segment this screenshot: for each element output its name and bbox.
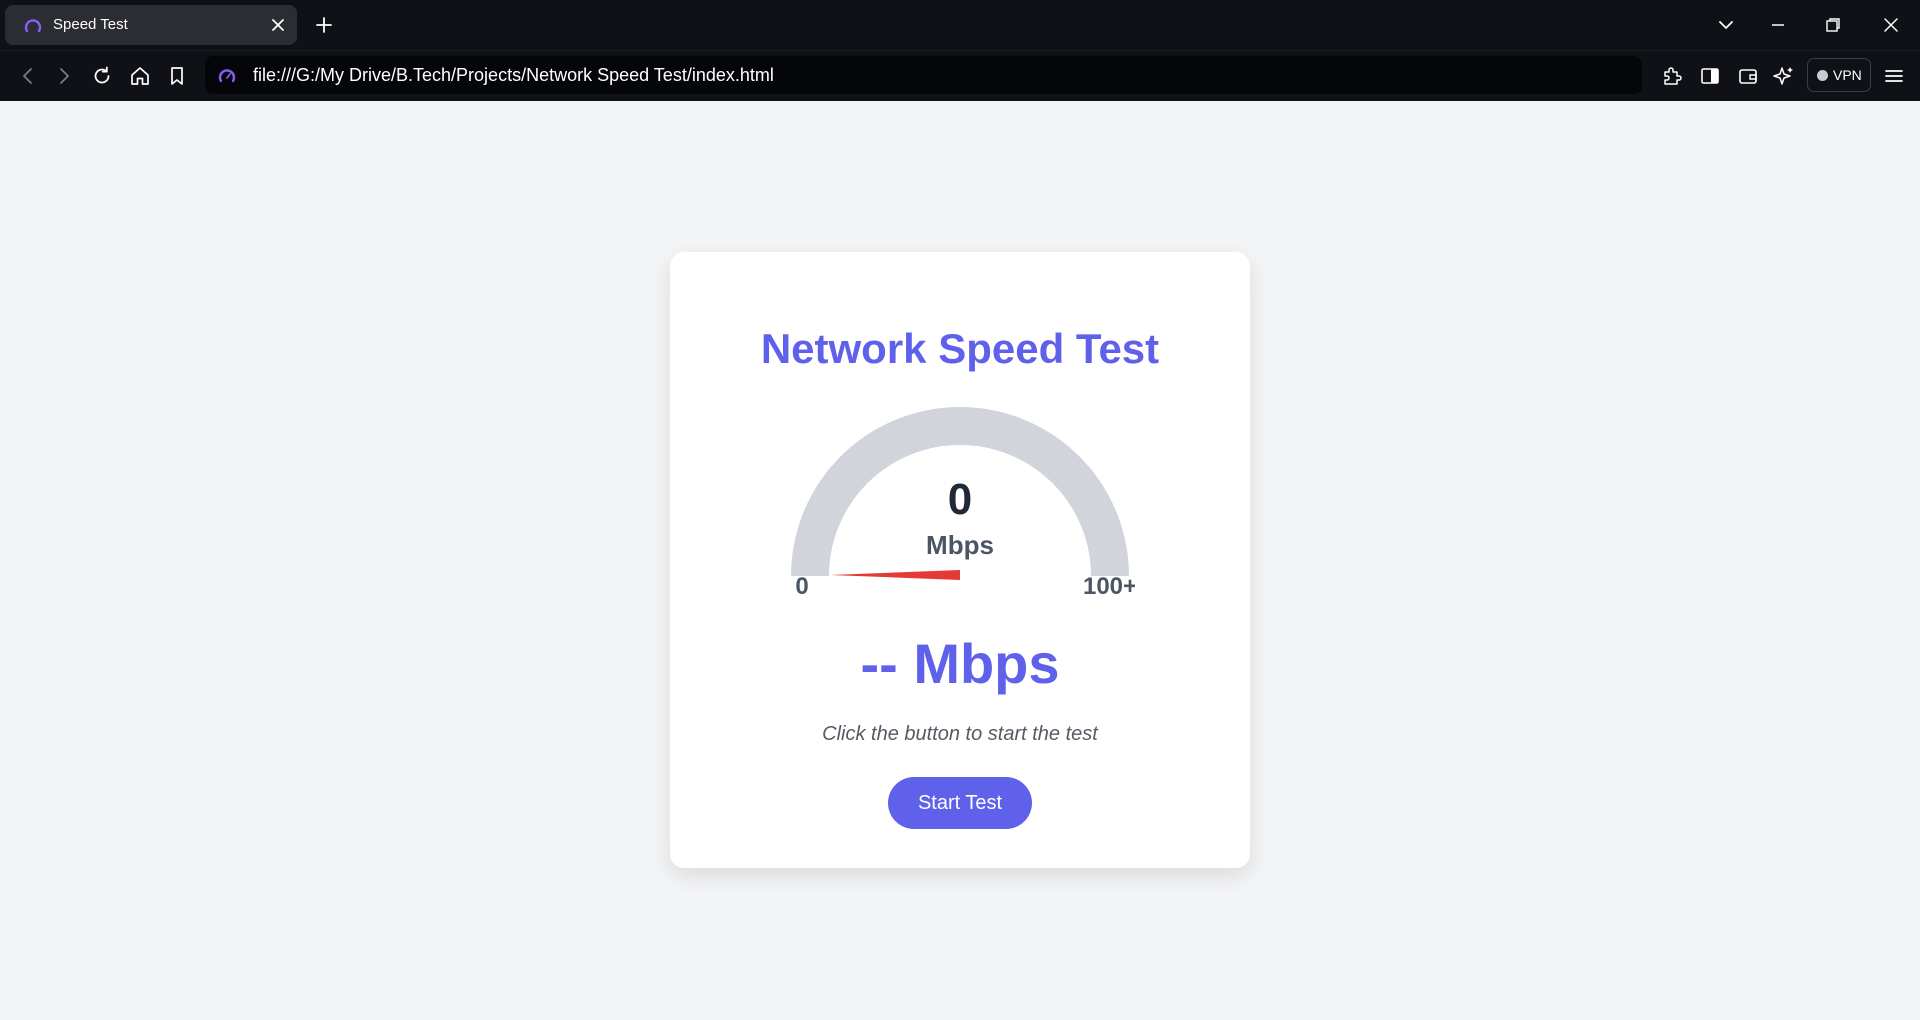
page-title: Network Speed Test <box>760 325 1160 372</box>
back-icon[interactable] <box>16 64 40 88</box>
reload-icon[interactable] <box>90 64 114 88</box>
speed-gauge: 0 Mbps 0 100+ <box>791 407 1135 594</box>
wallet-icon[interactable] <box>1736 64 1760 88</box>
tab-speed-test[interactable]: Speed Test <box>5 5 297 45</box>
url-text[interactable]: file:///G:/My Drive/B.Tech/Projects/Netw… <box>253 64 774 86</box>
navigation-toolbar: file:///G:/My Drive/B.Tech/Projects/Netw… <box>0 50 1920 101</box>
speed-result: -- Mbps <box>860 632 1060 695</box>
browser-window: Speed Test file:///G:/My Drive/B.Tech/Pr… <box>0 0 1920 1020</box>
menu-hamburger-icon[interactable] <box>1882 64 1906 88</box>
forward-icon[interactable] <box>52 64 76 88</box>
speed-test-card: Network Speed Test 0 Mbps 0 100+ -- Mbps… <box>670 252 1250 868</box>
minimize-icon[interactable] <box>1767 14 1789 36</box>
close-tab-icon[interactable] <box>268 15 288 35</box>
vpn-status-icon <box>1817 70 1828 81</box>
bookmark-icon[interactable] <box>165 64 189 88</box>
site-favicon-icon <box>218 69 236 83</box>
home-icon[interactable] <box>128 64 152 88</box>
speed-test-favicon-icon <box>24 19 42 33</box>
ai-sparkle-icon[interactable] <box>1772 64 1796 88</box>
page-viewport: Network Speed Test 0 Mbps 0 100+ -- Mbps… <box>0 101 1920 1020</box>
tab-title: Speed Test <box>53 16 128 33</box>
tab-list-chevron-down-icon[interactable] <box>1715 14 1737 36</box>
extensions-puzzle-icon[interactable] <box>1660 64 1684 88</box>
vpn-label: VPN <box>1833 67 1862 83</box>
address-bar[interactable]: file:///G:/My Drive/B.Tech/Projects/Netw… <box>205 56 1642 94</box>
restore-icon[interactable] <box>1822 14 1844 36</box>
sidebar-icon[interactable] <box>1698 64 1722 88</box>
status-message: Click the button to start the test <box>822 723 1098 745</box>
new-tab-icon[interactable] <box>313 14 335 36</box>
gauge-max-label: 100+ <box>1083 573 1135 594</box>
gauge-needle <box>830 570 960 580</box>
gauge-unit: Mbps <box>926 530 994 560</box>
gauge-value: 0 <box>948 475 972 524</box>
gauge-min-label: 0 <box>795 573 808 594</box>
vpn-button[interactable]: VPN <box>1807 58 1871 92</box>
start-test-button[interactable]: Start Test <box>888 777 1032 829</box>
tab-strip: Speed Test <box>0 0 1920 50</box>
close-window-icon[interactable] <box>1880 14 1902 36</box>
